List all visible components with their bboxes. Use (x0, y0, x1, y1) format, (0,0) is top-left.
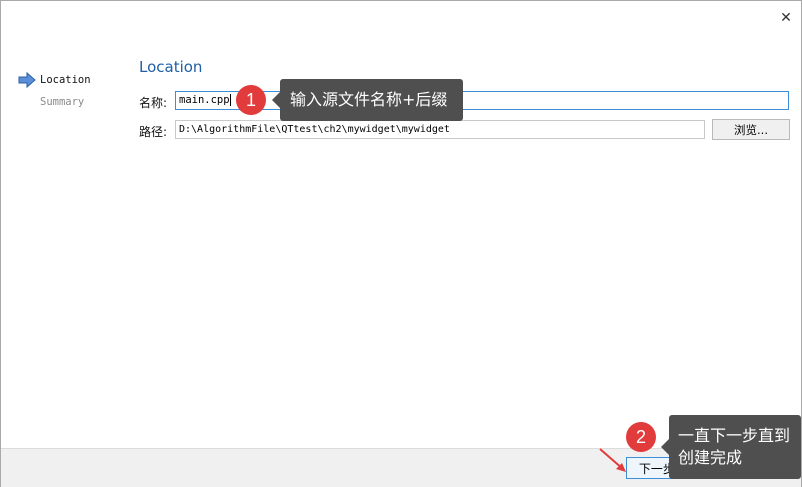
pointer-arrow-icon (599, 448, 626, 472)
name-value: main.cpp (179, 94, 230, 106)
page-title: Location (139, 58, 203, 76)
annotation-badge-1: 1 (236, 85, 266, 115)
wizard-steps: Location Summary (18, 72, 91, 116)
step-label: Location (40, 74, 91, 86)
annotation-tooltip-2: 一直下一步直到 创建完成 (661, 415, 801, 479)
path-input[interactable]: D:\AlgorithmFile\QTtest\ch2\mywidget\myw… (175, 120, 705, 139)
name-label: 名称: (139, 96, 168, 110)
annotation-tooltip-1: 输入源文件名称+后缀 (272, 79, 463, 121)
step-label: Summary (40, 96, 85, 108)
step-summary: Summary (18, 94, 91, 116)
path-label: 路径: (139, 125, 168, 139)
annotation-text-line1: 一直下一步直到 (678, 426, 791, 445)
browse-button[interactable]: 浏览... (712, 119, 790, 140)
annotation-text-line2: 创建完成 (678, 448, 743, 467)
name-input[interactable]: main.cpp (175, 91, 789, 110)
new-file-wizard-dialog: ✕ (0, 0, 802, 487)
annotation-text: 输入源文件名称+后缀 (290, 90, 448, 109)
text-caret (229, 94, 231, 106)
step-location: Location (18, 72, 91, 94)
arrow-right-icon (18, 72, 36, 88)
close-icon[interactable]: ✕ (772, 7, 800, 29)
